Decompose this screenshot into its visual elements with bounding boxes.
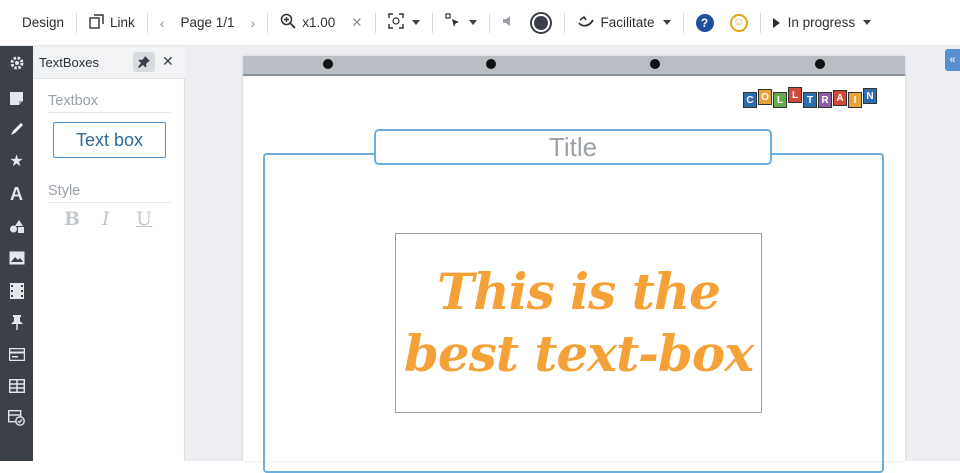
- section-divider: [48, 202, 171, 203]
- textboxes-panel: TextBoxes ✕ Textbox Text box Style B I U: [33, 46, 185, 461]
- card-icon[interactable]: [0, 339, 33, 369]
- help-button[interactable]: ?: [688, 0, 722, 46]
- next-page-button[interactable]: ›: [243, 0, 264, 46]
- facilitate-button[interactable]: Facilitate: [569, 0, 679, 46]
- shapes-icon[interactable]: [0, 211, 33, 241]
- prev-page-button[interactable]: ‹: [152, 0, 173, 46]
- facilitate-label: Facilitate: [600, 15, 655, 30]
- text-box[interactable]: This is the best text-box: [395, 233, 762, 413]
- caret-down-icon: [662, 20, 671, 25]
- reset-zoom-button[interactable]: ✕: [343, 0, 370, 46]
- text-box-content: This is the best text-box: [403, 261, 754, 385]
- section-style-label: Style: [48, 183, 81, 199]
- toolbar-divider: [267, 12, 269, 33]
- ring-hole: [815, 59, 825, 69]
- board-page: COLLTRAIN Title This is the best text-bo…: [243, 56, 905, 473]
- zoom-button[interactable]: x1.00: [272, 0, 343, 46]
- logo-letter: C: [743, 92, 757, 108]
- record-button[interactable]: [522, 0, 560, 46]
- bold-button[interactable]: B: [64, 208, 80, 230]
- zoom-label: x1.00: [302, 15, 336, 30]
- pin-icon[interactable]: [0, 307, 33, 337]
- facilitate-icon: [577, 14, 595, 31]
- close-icon: ✕: [351, 14, 363, 30]
- sound-button[interactable]: [494, 0, 522, 46]
- text-icon[interactable]: A: [0, 179, 33, 209]
- section-divider: [48, 112, 171, 113]
- caret-down-icon: [863, 20, 872, 25]
- table-icon[interactable]: [0, 371, 33, 401]
- speaker-icon: [502, 14, 514, 31]
- note-icon[interactable]: [0, 83, 33, 113]
- design-label: Design: [22, 15, 65, 30]
- settings-icon[interactable]: [0, 48, 33, 78]
- logo-letter: N: [863, 88, 877, 104]
- collapse-right-panel-button[interactable]: «: [945, 49, 960, 71]
- toolbar-divider: [488, 12, 490, 33]
- pushpin-icon: [138, 56, 150, 68]
- image-icon[interactable]: [0, 243, 33, 273]
- zoom-in-icon: [280, 13, 296, 32]
- page-label: Page 1/1: [180, 15, 235, 30]
- chevron-right-icon: ›: [250, 14, 256, 31]
- toolbar-divider: [76, 12, 78, 33]
- toolbar-divider: [682, 12, 684, 33]
- toolbar-divider: [431, 12, 433, 33]
- pin-panel-button[interactable]: [133, 52, 155, 72]
- toolbar-divider: [563, 12, 565, 33]
- status-label: In progress: [787, 15, 856, 30]
- underline-button[interactable]: U: [136, 208, 152, 230]
- smiley-icon: ☺: [729, 13, 748, 32]
- link-button[interactable]: Link: [81, 0, 143, 46]
- film-icon[interactable]: [0, 276, 33, 306]
- section-textbox-label: Textbox: [48, 93, 98, 109]
- toolbar-divider: [759, 12, 761, 33]
- fit-screen-icon: [387, 13, 404, 32]
- logo-letter: I: [848, 92, 862, 108]
- link-label: Link: [110, 15, 135, 30]
- logo-letter: O: [758, 89, 772, 105]
- record-icon: [529, 11, 552, 34]
- panel-title: TextBoxes: [39, 55, 99, 70]
- design-button[interactable]: Design: [0, 0, 72, 46]
- template-check-icon[interactable]: [0, 403, 33, 433]
- pointer-tool-button[interactable]: [437, 0, 485, 46]
- pointer-icon: [444, 13, 461, 32]
- caret-down-icon: [468, 20, 477, 25]
- logo-letter: L: [788, 87, 802, 103]
- status-dropdown[interactable]: In progress: [765, 0, 880, 46]
- chevron-left-icon: ‹: [159, 14, 165, 31]
- logo-letter: R: [818, 92, 832, 108]
- italic-button[interactable]: I: [102, 208, 110, 230]
- logo-letter: T: [803, 92, 817, 108]
- close-panel-button[interactable]: ✕: [162, 53, 174, 70]
- link-icon: [89, 13, 104, 32]
- text-box-line: This is the: [437, 262, 721, 321]
- toolbar-divider: [146, 12, 148, 33]
- ring-hole: [486, 59, 496, 69]
- play-icon: [772, 17, 780, 28]
- double-chevron-left-icon: «: [949, 54, 956, 66]
- logo-letter: A: [833, 90, 847, 106]
- board-top-bar: [243, 56, 905, 76]
- help-icon: ?: [695, 13, 714, 32]
- text-box-tool-button[interactable]: Text box: [53, 122, 166, 158]
- toolbar-divider: [374, 12, 376, 33]
- panel-header: TextBoxes ✕: [33, 46, 185, 79]
- top-toolbar: Design Link ‹ Page 1/1 › x1.00 ✕ Facilit…: [0, 0, 960, 46]
- marker-icon[interactable]: [0, 114, 33, 144]
- canvas-area: « COLLTRAIN Title This is the best text-…: [185, 46, 960, 473]
- title-field[interactable]: Title: [374, 129, 772, 165]
- feedback-button[interactable]: ☺: [722, 0, 756, 46]
- page-indicator: Page 1/1: [172, 0, 242, 46]
- left-icon-bar: ★ A: [0, 46, 33, 461]
- logo-letter: L: [773, 92, 787, 108]
- ring-hole: [323, 59, 333, 69]
- ring-hole: [650, 59, 660, 69]
- colltrain-logo: COLLTRAIN: [743, 86, 878, 108]
- fit-screen-button[interactable]: [380, 0, 428, 46]
- star-icon[interactable]: ★: [0, 146, 33, 176]
- caret-down-icon: [411, 20, 420, 25]
- text-box-line: best text-box: [403, 324, 754, 383]
